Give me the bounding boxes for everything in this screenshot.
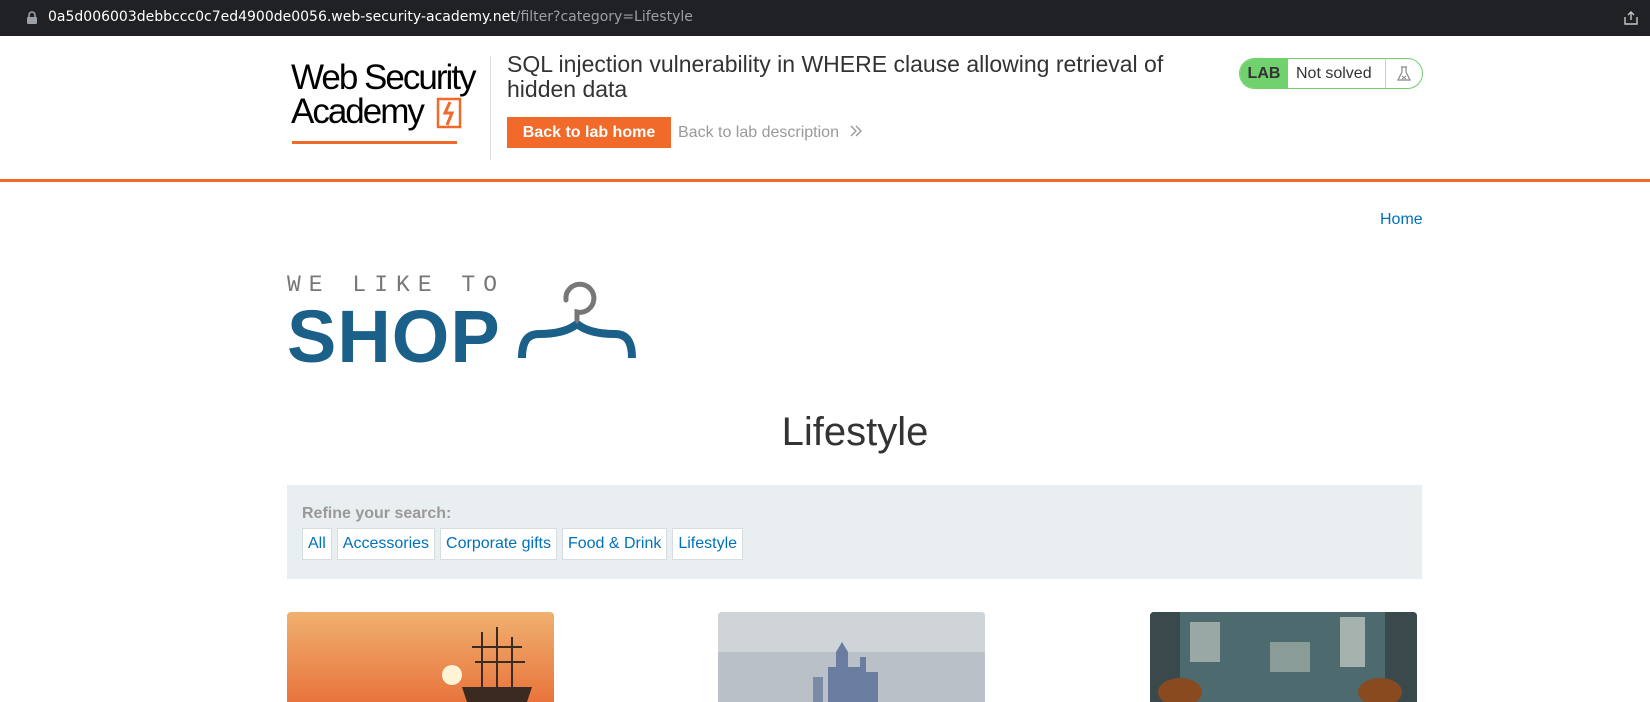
lab-header: Web Security Academy SQL injection vulne… <box>0 36 1650 182</box>
hanger-icon <box>518 281 636 359</box>
filter-food-and-drink[interactable]: Food & Drink <box>561 528 668 560</box>
lab-status-text: Not solved <box>1296 64 1372 82</box>
product-image-castle[interactable] <box>718 612 985 702</box>
back-to-lab-description-label: Back to lab description <box>678 124 839 141</box>
logo-underline <box>292 141 457 144</box>
lightning-icon <box>436 97 462 129</box>
lock-icon <box>27 11 37 24</box>
lab-tag: LAB <box>1240 59 1288 88</box>
shop-logo-wordmark: SHOP <box>287 295 501 378</box>
web-security-academy-logo[interactable]: Web Security Academy <box>288 56 488 146</box>
filter-links: All Accessories Corporate gifts Food & D… <box>302 528 744 560</box>
share-icon[interactable] <box>1622 9 1640 27</box>
lab-title: SQL injection vulnerability in WHERE cla… <box>507 51 1164 102</box>
filter-accessories[interactable]: Accessories <box>336 528 436 560</box>
flask-icon <box>1385 59 1422 88</box>
product-image-city-shoes[interactable] <box>1150 612 1417 702</box>
url-host: 0a5d006003debbccc0c7ed4900de0056.web-sec… <box>48 9 516 25</box>
lab-status-widget: LAB Not solved <box>1239 58 1423 89</box>
url-text[interactable]: 0a5d006003debbccc0c7ed4900de0056.web-sec… <box>48 9 693 25</box>
we-like-to-shop-logo[interactable]: WE LIKE TO SHOP <box>287 268 637 378</box>
filter-panel: Refine your search: All Accessories Corp… <box>287 485 1422 579</box>
back-to-lab-home-button[interactable]: Back to lab home <box>507 117 671 148</box>
double-chevron-right-icon <box>850 125 863 137</box>
back-to-lab-description-link[interactable]: Back to lab description <box>678 124 863 142</box>
logo-line-1: Web Security <box>291 58 476 97</box>
filter-all[interactable]: All <box>302 528 332 560</box>
filter-label: Refine your search: <box>302 505 452 522</box>
url-path: /filter?category=Lifestyle <box>515 9 693 25</box>
filter-corporate-gifts[interactable]: Corporate gifts <box>440 528 557 560</box>
nav-home-link[interactable]: Home <box>1380 211 1423 229</box>
filter-lifestyle[interactable]: Lifestyle <box>672 528 744 560</box>
product-image-sunset-ship[interactable] <box>287 612 554 702</box>
page-title: Lifestyle <box>781 410 929 454</box>
logo-line-2: Academy <box>291 92 425 131</box>
header-divider <box>490 56 491 160</box>
browser-address-bar[interactable]: 0a5d006003debbccc0c7ed4900de0056.web-sec… <box>0 0 1650 36</box>
